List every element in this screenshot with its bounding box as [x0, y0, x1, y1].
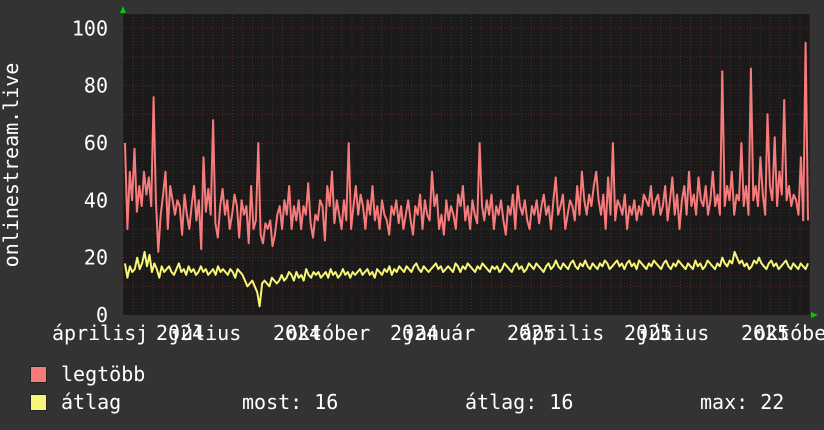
x-axis: áprilisj 2024július 2024október 2024január 2… [52, 321, 824, 345]
x-tick-label: január [403, 321, 475, 345]
y-tick-label: 60 [84, 131, 108, 155]
x-tick-label: áprilisj [52, 321, 148, 345]
x-tick-label: október [286, 321, 370, 345]
plot-area [123, 14, 810, 315]
y-tick-label: 40 [84, 188, 108, 212]
y-axis-arrow-icon [120, 6, 126, 13]
y-axis-label: onlinestream.live [0, 63, 23, 268]
x-tick-label: július [169, 321, 241, 345]
y-tick-label: 20 [84, 246, 108, 270]
x-tick-label: október [754, 321, 824, 345]
x-tick-label: július [637, 321, 709, 345]
chart: 020406080100 áprilisj 2024július 2024októb… [0, 6, 824, 345]
x-tick-label: április [520, 321, 604, 345]
y-axis: 020406080100 [72, 16, 108, 327]
y-tick-label: 80 [84, 74, 108, 98]
x-axis-arrow-icon [811, 312, 818, 318]
y-tick-label: 100 [72, 16, 108, 40]
